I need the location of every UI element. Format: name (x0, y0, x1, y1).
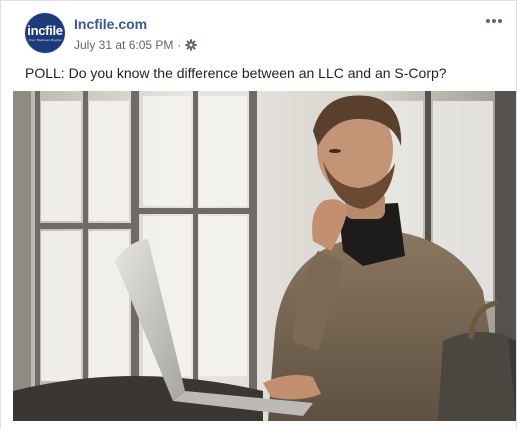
facebook-post: incfile Your Business Begins Incfile.com… (0, 0, 517, 429)
gear-icon[interactable] (185, 39, 198, 51)
photo-illustration (13, 91, 516, 421)
avatar-tagline: Your Business Begins (28, 38, 62, 42)
post-timestamp[interactable]: July 31 at 6:05 PM (74, 38, 173, 52)
post-header: incfile Your Business Begins Incfile.com… (1, 1, 516, 59)
more-options-icon[interactable] (484, 11, 504, 31)
post-photo[interactable] (13, 91, 516, 421)
page-avatar[interactable]: incfile Your Business Begins (25, 13, 65, 53)
page-name-link[interactable]: Incfile.com (74, 16, 147, 32)
avatar-logo-text: incfile (27, 23, 63, 38)
meta-separator: · (177, 38, 182, 52)
post-meta: July 31 at 6:05 PM · (74, 38, 198, 52)
post-body-text: POLL: Do you know the difference between… (25, 65, 447, 81)
post-footer-spacer (1, 421, 516, 429)
